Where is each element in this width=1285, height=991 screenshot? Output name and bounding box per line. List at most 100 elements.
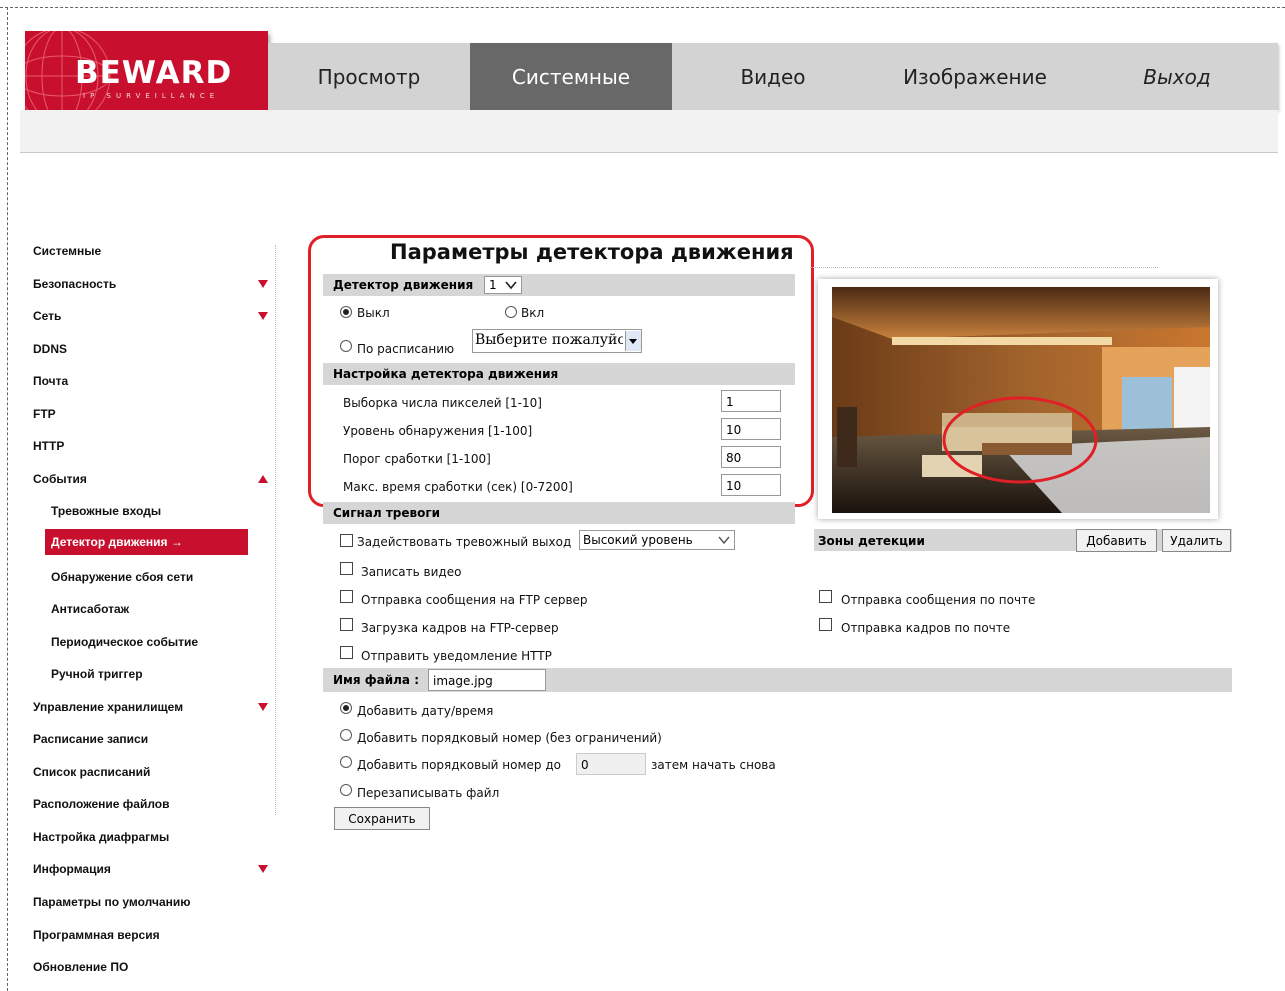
detector-off-radio[interactable] bbox=[340, 306, 352, 318]
sidebar-item-9[interactable]: Детектор движения → bbox=[45, 528, 248, 555]
ftp-upload-label: Загрузка кадров на FTP-сервер bbox=[361, 621, 559, 635]
sidebar-item-10[interactable]: Обнаружение сбоя сети bbox=[33, 566, 273, 590]
tab-view[interactable]: Просмотр bbox=[268, 43, 470, 110]
filename-input[interactable]: image.jpg bbox=[428, 669, 546, 691]
detector-on-label: Вкл bbox=[521, 306, 545, 320]
overwrite-radio[interactable] bbox=[340, 784, 352, 796]
sidebar-item-label: Программная версия bbox=[33, 927, 160, 942]
http-notify-label: Отправить уведомление HTTP bbox=[361, 649, 552, 663]
sidebar-item-15[interactable]: Расписание записи bbox=[33, 728, 273, 752]
page-frame-top bbox=[0, 7, 1285, 8]
datetime-radio[interactable] bbox=[340, 702, 352, 714]
top-navigation: Просмотр Системные Видео Изображение Вых… bbox=[268, 43, 1278, 110]
schedule-select[interactable]: Выберите пожалуйст bbox=[472, 329, 642, 353]
sidebar-divider bbox=[275, 245, 276, 815]
filename-label: Имя файла : bbox=[333, 673, 420, 687]
record-video-label: Записать видео bbox=[361, 565, 462, 579]
sidebar-item-16[interactable]: Список расписаний bbox=[33, 761, 273, 785]
sidebar-item-label: Периодическое событие bbox=[51, 634, 199, 649]
ftp-upload-checkbox[interactable] bbox=[340, 618, 353, 631]
alarm-output-label: Задействовать тревожный выход bbox=[357, 535, 572, 549]
alarm-output-checkbox[interactable] bbox=[340, 534, 353, 547]
param-label-pixels: Выборка числа пикселей [1-10] bbox=[343, 396, 542, 410]
param-input-threshold[interactable]: 80 bbox=[721, 446, 781, 468]
sidebar-item-label: HTTP bbox=[33, 439, 65, 454]
divider bbox=[810, 267, 1158, 268]
sidebar-item-6[interactable]: HTTP bbox=[33, 435, 273, 459]
brand-name: BEWARD bbox=[75, 55, 233, 91]
triangle-down-icon bbox=[629, 339, 637, 344]
ftp-message-label: Отправка сообщения на FTP сервер bbox=[361, 593, 588, 607]
camera-snapshot bbox=[832, 287, 1210, 513]
param-input-maxtime[interactable]: 10 bbox=[721, 474, 781, 496]
record-video-checkbox[interactable] bbox=[340, 562, 353, 575]
expand-arrow-icon[interactable] bbox=[258, 865, 268, 874]
param-input-level[interactable]: 10 bbox=[721, 418, 781, 440]
ftp-message-checkbox[interactable] bbox=[340, 590, 353, 603]
detector-section-bar: Детектор движения bbox=[323, 274, 795, 296]
sidebar-item-2[interactable]: Сеть bbox=[33, 305, 273, 329]
schedule-select-value: Выберите пожалуйст bbox=[475, 332, 623, 348]
detector-on-radio[interactable] bbox=[505, 306, 517, 318]
sidebar-item-5[interactable]: FTP bbox=[33, 403, 273, 427]
datetime-label: Добавить дату/время bbox=[357, 704, 494, 718]
save-button[interactable]: Сохранить bbox=[334, 807, 430, 830]
seq-upto-input[interactable]: 0 bbox=[576, 753, 646, 775]
sidebar-item-22[interactable]: Обновление ПО bbox=[33, 956, 273, 980]
seq-unlimited-radio[interactable] bbox=[340, 729, 352, 741]
param-label-maxtime: Макс. время сработки (сек) [0-7200] bbox=[343, 480, 573, 494]
seq-upto-radio[interactable] bbox=[340, 756, 352, 768]
sidebar-item-label: Настройка диафрагмы bbox=[33, 829, 170, 844]
add-zone-button[interactable]: Добавить bbox=[1076, 529, 1157, 552]
sidebar-item-12[interactable]: Периодическое событие bbox=[33, 631, 273, 655]
sidebar-item-label: Список расписаний bbox=[33, 764, 151, 779]
overwrite-label: Перезаписывать файл bbox=[357, 786, 500, 800]
sidebar-item-8[interactable]: Тревожные входы bbox=[33, 500, 273, 524]
sidebar-item-11[interactable]: Антисаботаж bbox=[33, 598, 273, 622]
detector-schedule-label: По расписанию bbox=[357, 342, 455, 356]
mail-message-checkbox[interactable] bbox=[819, 590, 832, 603]
sidebar-item-1[interactable]: Безопасность bbox=[33, 273, 273, 297]
alarm-level-value: Высокий уровень bbox=[583, 533, 693, 547]
sidebar-item-17[interactable]: Расположение файлов bbox=[33, 793, 273, 817]
brand-subtitle: IP SURVEILLANCE bbox=[83, 92, 220, 100]
tab-video[interactable]: Видео bbox=[672, 43, 874, 110]
expand-arrow-icon[interactable] bbox=[258, 702, 268, 711]
sidebar-item-label: Почта bbox=[33, 374, 69, 389]
sidebar-item-3[interactable]: DDNS bbox=[33, 338, 273, 362]
sidebar-item-19[interactable]: Информация bbox=[33, 858, 273, 882]
sidebar-item-7[interactable]: События bbox=[33, 468, 273, 492]
sidebar-item-20[interactable]: Параметры по умолчанию bbox=[33, 891, 273, 915]
sidebar-item-4[interactable]: Почта bbox=[33, 370, 273, 394]
detector-select-value: 1 bbox=[489, 278, 497, 292]
sidebar-item-13[interactable]: Ручной триггер bbox=[33, 663, 273, 687]
tab-logout[interactable]: Выход bbox=[1076, 43, 1278, 110]
expand-arrow-icon[interactable] bbox=[258, 279, 268, 288]
sidebar-item-21[interactable]: Программная версия bbox=[33, 924, 273, 948]
expand-arrow-icon[interactable] bbox=[258, 312, 268, 321]
sidebar-item-label: Тревожные входы bbox=[51, 504, 162, 519]
detector-schedule-radio[interactable] bbox=[340, 340, 352, 352]
sidebar-item-14[interactable]: Управление хранилищем bbox=[33, 696, 273, 720]
mail-frames-checkbox[interactable] bbox=[819, 618, 832, 631]
header-band bbox=[20, 110, 1278, 153]
mail-frames-label: Отправка кадров по почте bbox=[841, 621, 1011, 635]
sidebar-item-0[interactable]: Системные bbox=[33, 240, 273, 264]
collapse-arrow-icon[interactable] bbox=[258, 474, 268, 483]
alarm-header: Сигнал тревоги bbox=[333, 506, 441, 520]
sidebar-item-label: События bbox=[33, 471, 87, 486]
chevron-down-icon bbox=[505, 281, 517, 290]
schedule-select-button[interactable] bbox=[625, 331, 641, 351]
sidebar-item-18[interactable]: Настройка диафрагмы bbox=[33, 826, 273, 850]
seq-upto-label: Добавить порядковый номер до bbox=[357, 758, 561, 772]
detector-select[interactable]: 1 bbox=[484, 276, 522, 294]
tab-image[interactable]: Изображение bbox=[874, 43, 1076, 110]
tab-system[interactable]: Системные bbox=[470, 43, 672, 110]
alarm-level-select[interactable]: Высокий уровень bbox=[579, 530, 735, 550]
delete-zone-button[interactable]: Удалить bbox=[1162, 529, 1231, 552]
http-notify-checkbox[interactable] bbox=[340, 646, 353, 659]
detector-off-label: Выкл bbox=[357, 306, 390, 320]
alarm-section-bar: Сигнал тревоги bbox=[323, 502, 795, 524]
param-input-pixels[interactable]: 1 bbox=[721, 390, 781, 412]
zones-label: Зоны детекции bbox=[818, 534, 925, 548]
